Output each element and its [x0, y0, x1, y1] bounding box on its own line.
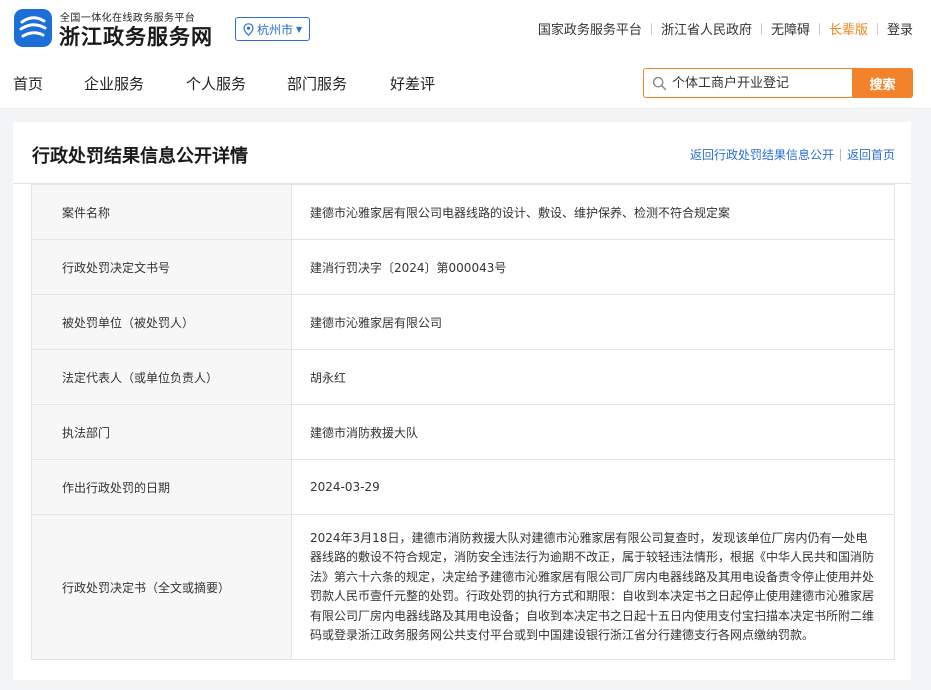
table-row: 行政处罚决定书（全文或摘要） 2024年3月18日，建德市消防救援大队对建德市沁…	[31, 514, 895, 660]
main-nav: 首页 企业服务 个人服务 部门服务 好差评 搜索	[0, 58, 931, 109]
row-value-legal-representative: 胡永红	[291, 349, 895, 405]
city-selector[interactable]: 杭州市 ▼	[235, 17, 311, 41]
detail-card: 行政处罚结果信息公开详情 返回行政处罚结果信息公开 返回首页 案件名称 建德市沁…	[13, 122, 911, 680]
row-value-enforcement-department: 建德市消防救援大队	[291, 404, 895, 460]
row-label-penalty-date: 作出行政处罚的日期	[31, 459, 292, 515]
row-label-legal-representative: 法定代表人（或单位负责人）	[31, 349, 292, 405]
table-row: 法定代表人（或单位负责人） 胡永红	[31, 349, 895, 405]
detail-links: 返回行政处罚结果信息公开 返回首页	[690, 146, 895, 163]
back-home-link[interactable]: 返回首页	[847, 146, 895, 163]
page-title: 行政处罚结果信息公开详情	[32, 146, 248, 167]
search-box: 搜索	[643, 68, 913, 98]
table-row: 案件名称 建德市沁雅家居有限公司电器线路的设计、敷设、维护保养、检测不符合规定案	[31, 184, 895, 240]
nav-home[interactable]: 首页	[13, 73, 43, 94]
row-label-penalized-party: 被处罚单位（被处罚人）	[31, 294, 292, 350]
row-label-decision-text: 行政处罚决定书（全文或摘要）	[31, 514, 292, 660]
row-label-case-name: 案件名称	[31, 184, 292, 240]
link-zhejiang-government[interactable]: 浙江省人民政府	[661, 19, 752, 38]
logo-title[interactable]: 浙江政务服务网	[59, 21, 213, 51]
table-row: 被处罚单位（被处罚人） 建德市沁雅家居有限公司	[31, 294, 895, 350]
search-icon	[652, 76, 667, 91]
table-row: 执法部门 建德市消防救援大队	[31, 404, 895, 460]
link-login[interactable]: 登录	[887, 19, 913, 38]
link-accessibility[interactable]: 无障碍	[771, 19, 810, 38]
nav-rating[interactable]: 好差评	[390, 73, 435, 94]
nav-enterprise-services[interactable]: 企业服务	[84, 73, 144, 94]
row-value-decision-text: 2024年3月18日，建德市消防救援大队对建德市沁雅家居有限公司复查时，发现该单…	[291, 514, 895, 660]
back-to-list-link[interactable]: 返回行政处罚结果信息公开	[690, 146, 834, 163]
link-national-platform[interactable]: 国家政务服务平台	[538, 19, 642, 38]
nav-personal-services[interactable]: 个人服务	[186, 73, 246, 94]
nav-department-services[interactable]: 部门服务	[287, 73, 347, 94]
top-links: 国家政务服务平台 浙江省人民政府 无障碍 长辈版 登录	[538, 19, 913, 38]
top-header: 全国一体化在线政务服务平台 浙江政务服务网 杭州市 ▼ 国家政务服务平台 浙江省…	[0, 0, 931, 58]
divider	[818, 22, 820, 35]
row-value-penalty-date: 2024-03-29	[291, 459, 895, 515]
search-button[interactable]: 搜索	[852, 68, 913, 98]
row-value-penalized-party: 建德市沁雅家居有限公司	[291, 294, 895, 350]
table-row: 行政处罚决定文书号 建消行罚决字〔2024〕第000043号	[31, 239, 895, 295]
divider	[650, 22, 652, 35]
search-input[interactable]	[672, 74, 852, 93]
row-label-enforcement-department: 执法部门	[31, 404, 292, 460]
logo-icon[interactable]	[14, 9, 52, 47]
row-label-document-number: 行政处罚决定文书号	[31, 239, 292, 295]
city-label: 杭州市	[257, 22, 294, 37]
divider	[876, 22, 878, 35]
link-elder-version[interactable]: 长辈版	[829, 19, 868, 38]
detail-header: 行政处罚结果信息公开详情 返回行政处罚结果信息公开 返回首页	[13, 122, 911, 184]
table-row: 作出行政处罚的日期 2024-03-29	[31, 459, 895, 515]
penalty-info-table: 案件名称 建德市沁雅家居有限公司电器线路的设计、敷设、维护保养、检测不符合规定案…	[31, 184, 895, 660]
row-value-document-number: 建消行罚决字〔2024〕第000043号	[291, 239, 895, 295]
row-value-case-name: 建德市沁雅家居有限公司电器线路的设计、敷设、维护保养、检测不符合规定案	[310, 205, 731, 220]
divider	[760, 22, 762, 35]
divider	[839, 148, 841, 161]
caret-down-icon: ▼	[296, 24, 303, 34]
location-pin-icon	[243, 22, 254, 36]
